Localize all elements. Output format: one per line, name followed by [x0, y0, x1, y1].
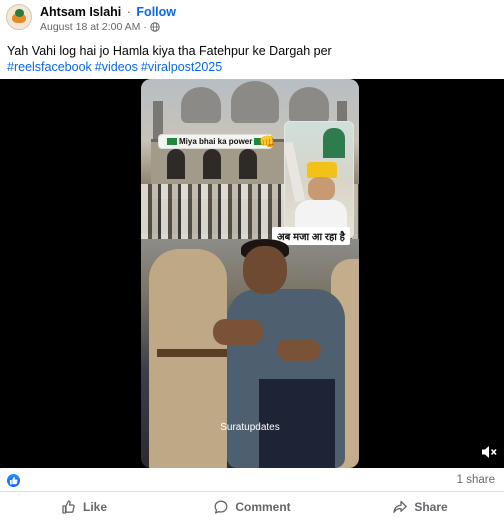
like-label: Like	[82, 500, 107, 514]
comment-label: Comment	[235, 500, 291, 514]
flag-icon	[167, 138, 177, 146]
sticker-label: Miya bhai ka power	[159, 135, 273, 148]
dome	[181, 87, 221, 123]
hands	[213, 319, 263, 345]
author-avatar[interactable]	[6, 4, 32, 30]
author-line: Ahtsam Islahi · Follow	[40, 5, 176, 19]
post-meta: August 18 at 2:00 AM ·	[40, 21, 160, 33]
sticker-text: Miya bhai ka power	[179, 137, 253, 146]
hashtag-list: #reelsfacebook #videos #viralpost2025	[7, 59, 497, 75]
post-timestamp[interactable]: August 18 at 2:00 AM	[40, 21, 140, 33]
officer-belt	[157, 349, 227, 357]
share-button[interactable]: Share	[336, 493, 504, 521]
action-bar: Like Comment Share	[0, 493, 504, 521]
caption-text: Yah Vahi log hai jo Hamla kiya tha Fateh…	[7, 44, 332, 58]
arch	[203, 149, 221, 179]
video-watermark: Suratupdates	[220, 422, 280, 433]
follow-button[interactable]: Follow	[136, 5, 176, 19]
comment-icon	[214, 500, 228, 514]
inset-video-clip	[284, 121, 354, 239]
author-name[interactable]: Ahtsam Islahi	[40, 5, 121, 19]
like-button[interactable]: Like	[0, 493, 168, 521]
share-arrow-icon	[393, 500, 408, 513]
raised-arm	[285, 141, 306, 203]
thumbs-up-icon	[62, 500, 75, 514]
speaker-muted-icon[interactable]	[480, 443, 498, 461]
arch	[167, 149, 185, 179]
hashtag-link[interactable]: #viralpost2025	[141, 60, 222, 74]
police-officer-left	[149, 249, 227, 468]
post-header: Ahtsam Islahi · Follow August 18 at 2:00…	[0, 0, 504, 40]
reaction-bar: 1 share	[0, 468, 504, 492]
author-separator: ·	[126, 5, 131, 19]
yellow-cap	[307, 162, 337, 178]
dome	[231, 81, 279, 123]
video-player[interactable]: Miya bhai ka power 👊 अब मजा आ रहा है Sur…	[0, 79, 504, 468]
post-caption: Yah Vahi log hai jo Hamla kiya tha Fateh…	[7, 43, 497, 75]
comment-button[interactable]: Comment	[168, 493, 336, 521]
arch	[239, 149, 257, 179]
detained-man-head	[243, 246, 287, 294]
globe-icon	[150, 22, 160, 32]
green-tower	[323, 128, 345, 158]
dome	[289, 87, 329, 123]
hashtag-link[interactable]: #videos	[95, 60, 138, 74]
share-label: Share	[414, 500, 448, 514]
face	[308, 177, 335, 201]
like-reaction-icon[interactable]	[7, 474, 20, 487]
hands	[277, 339, 321, 361]
share-count[interactable]: 1 share	[457, 474, 495, 486]
sticker-emoji: 👊	[259, 134, 276, 149]
video-frame: Miya bhai ka power 👊 अब मजा आ रहा है Sur…	[141, 79, 359, 468]
hashtag-link[interactable]: #reelsfacebook	[7, 60, 92, 74]
meta-separator: ·	[143, 21, 147, 33]
